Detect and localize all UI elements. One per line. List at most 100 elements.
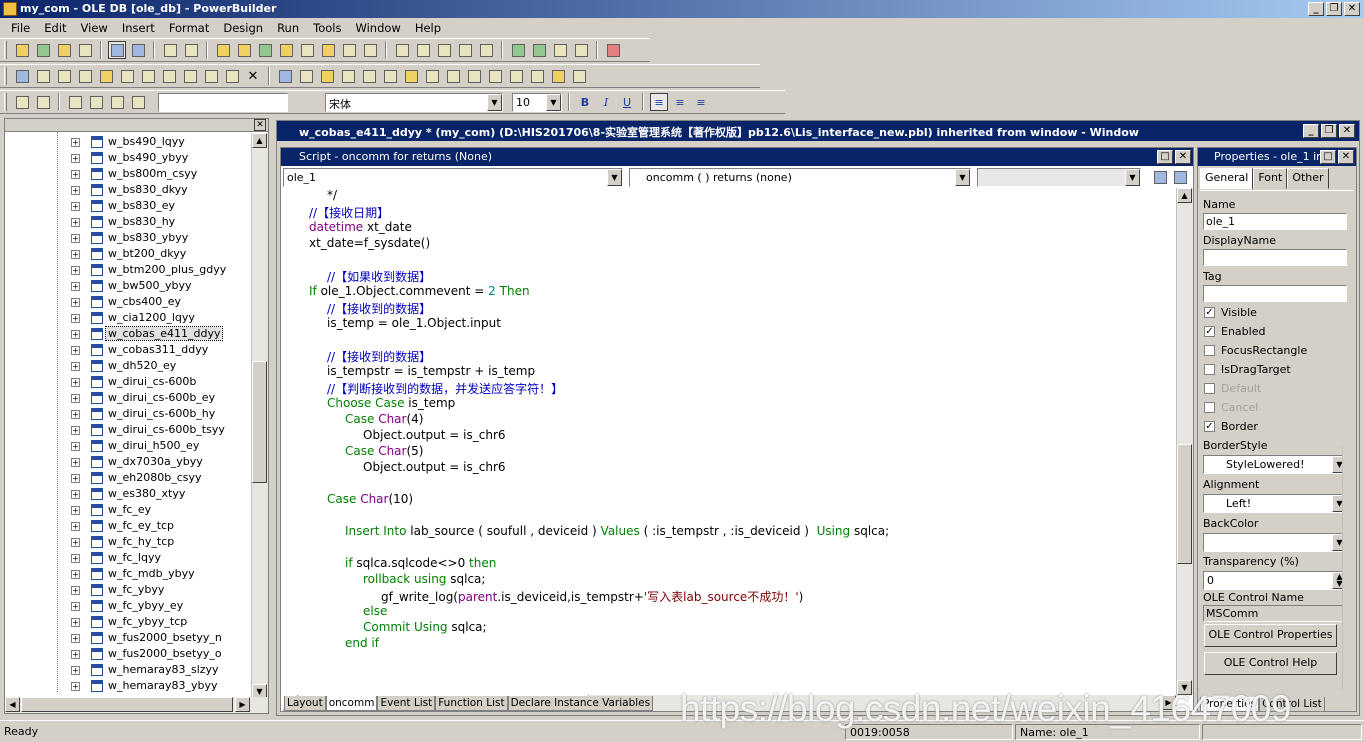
- tree-item[interactable]: + w_dirui_h500_ey: [5, 438, 268, 454]
- expand-icon[interactable]: +: [71, 410, 80, 419]
- expand-icon[interactable]: +: [71, 474, 80, 483]
- font-combo[interactable]: 宋体 ▼: [325, 92, 503, 112]
- expand-icon[interactable]: +: [71, 394, 80, 403]
- comment-dropdown-icon[interactable]: [139, 67, 157, 85]
- bus-icon[interactable]: [435, 41, 453, 59]
- database-icon[interactable]: [235, 41, 253, 59]
- close-button[interactable]: ✕: [1344, 2, 1360, 16]
- debug2-icon[interactable]: [530, 41, 548, 59]
- tree-item[interactable]: + w_dx7030a_ybyy: [5, 454, 268, 470]
- checkbox-box[interactable]: [1204, 383, 1215, 394]
- expand-icon[interactable]: +: [71, 618, 80, 627]
- align-icon[interactable]: [202, 67, 220, 85]
- object-icon[interactable]: [456, 41, 474, 59]
- text-color-icon[interactable]: [87, 93, 105, 111]
- displayname-input[interactable]: [1203, 249, 1347, 266]
- tree-item[interactable]: + w_bs800m_csyy: [5, 166, 268, 182]
- expand-icon[interactable]: +: [71, 506, 80, 515]
- save-icon[interactable]: [13, 67, 31, 85]
- menu-file[interactable]: File: [4, 21, 37, 35]
- expand-icon[interactable]: +: [71, 442, 80, 451]
- expand-icon[interactable]: +: [71, 666, 80, 675]
- code-vscrollbar[interactable]: ▲ ▼: [1176, 188, 1193, 695]
- tree-item[interactable]: + w_bt200_dkyy: [5, 246, 268, 262]
- expand-icon[interactable]: +: [71, 570, 80, 579]
- expand-icon[interactable]: +: [71, 426, 80, 435]
- align-left-button[interactable]: ≡: [650, 93, 668, 111]
- props-scrollbar[interactable]: [1342, 446, 1356, 690]
- expand-icon[interactable]: +: [71, 602, 80, 611]
- expand-icon[interactable]: +: [71, 154, 80, 163]
- grid-icon[interactable]: [276, 67, 294, 85]
- props-close-button[interactable]: ✕: [1338, 150, 1354, 164]
- code-editor[interactable]: */ //【接收日期】 datetime xt_date xt_date=f_sysd…: [283, 188, 1173, 688]
- detail-view-icon[interactable]: [1171, 168, 1189, 186]
- browse-icon[interactable]: [402, 67, 420, 85]
- script-close-button[interactable]: ✕: [1175, 150, 1191, 164]
- tree-item[interactable]: + w_bs490_lqyy: [5, 134, 268, 150]
- script-maximize-button[interactable]: □: [1157, 150, 1173, 164]
- expand-icon[interactable]: +: [71, 538, 80, 547]
- preview-icon[interactable]: [76, 41, 94, 59]
- lib6-icon[interactable]: [528, 67, 546, 85]
- tree-item[interactable]: + w_cobas311_ddyy: [5, 342, 268, 358]
- tree-item[interactable]: + w_bs830_hy: [5, 214, 268, 230]
- list-view-icon[interactable]: [1151, 168, 1169, 186]
- new-icon[interactable]: [13, 41, 31, 59]
- painter-tab[interactable]: Event List: [377, 696, 436, 711]
- tab-order-icon[interactable]: [66, 93, 84, 111]
- spell-icon[interactable]: [381, 67, 399, 85]
- lib1-icon[interactable]: [423, 67, 441, 85]
- expand-icon[interactable]: +: [71, 314, 80, 323]
- lib5-icon[interactable]: [507, 67, 525, 85]
- menu-view[interactable]: View: [74, 21, 115, 35]
- expand-icon[interactable]: +: [71, 586, 80, 595]
- tab-other[interactable]: Other: [1287, 168, 1329, 189]
- align2-icon[interactable]: [223, 67, 241, 85]
- bold-button[interactable]: B: [576, 93, 594, 111]
- checkbox-box[interactable]: [1204, 364, 1215, 375]
- run-icon[interactable]: [551, 41, 569, 59]
- painter-tab[interactable]: Declare Instance Variables: [507, 696, 654, 711]
- db-admin-icon[interactable]: [298, 41, 316, 59]
- restore-button[interactable]: ❐: [1326, 2, 1342, 16]
- copy-icon[interactable]: [55, 67, 73, 85]
- tree-item[interactable]: + w_fc_ey: [5, 502, 268, 518]
- expand-icon[interactable]: +: [71, 346, 80, 355]
- expand-icon[interactable]: +: [71, 458, 80, 467]
- debug-icon[interactable]: [509, 41, 527, 59]
- redo-icon[interactable]: [118, 67, 136, 85]
- tag-icon[interactable]: [160, 67, 178, 85]
- object2-icon[interactable]: [477, 41, 495, 59]
- tree-item[interactable]: + w_hemaray83_slzyy: [5, 662, 268, 678]
- checkbox-box[interactable]: ✓: [1204, 326, 1215, 337]
- ole-control-help-button[interactable]: OLE Control Help: [1204, 652, 1337, 675]
- tree-item[interactable]: + w_fc_ybyy_ey: [5, 598, 268, 614]
- expand-icon[interactable]: +: [71, 650, 80, 659]
- tool-icon[interactable]: [339, 67, 357, 85]
- checkbox-isdragtarget[interactable]: IsDragTarget: [1204, 363, 1291, 376]
- tree-item[interactable]: + w_cobas_e411_ddyy: [5, 326, 268, 342]
- lib2-icon[interactable]: [444, 67, 462, 85]
- paste-icon[interactable]: [76, 67, 94, 85]
- expand-icon[interactable]: +: [71, 522, 80, 531]
- tree-item[interactable]: + w_bs490_ybyy: [5, 150, 268, 166]
- deploy-icon[interactable]: [182, 41, 200, 59]
- tree-item[interactable]: + w_fc_ybyy_tcp: [5, 614, 268, 630]
- binary2-icon[interactable]: [414, 41, 432, 59]
- expand-icon[interactable]: +: [71, 682, 80, 691]
- expand-icon[interactable]: +: [71, 490, 80, 499]
- tree-item[interactable]: + w_cbs400_ey: [5, 294, 268, 310]
- props-maximize-button[interactable]: □: [1320, 150, 1336, 164]
- backcolor-select[interactable]: ▼: [1203, 533, 1348, 552]
- tree-item[interactable]: + w_fc_lqyy: [5, 550, 268, 566]
- datawindow-icon[interactable]: [256, 41, 274, 59]
- lib3-icon[interactable]: [465, 67, 483, 85]
- library-icon[interactable]: [108, 41, 126, 59]
- underline-button[interactable]: U: [618, 93, 636, 111]
- tree-item[interactable]: + w_es380_xtyy: [5, 486, 268, 502]
- dbprofile-icon[interactable]: [214, 41, 232, 59]
- expand-icon[interactable]: +: [71, 282, 80, 291]
- tree-item[interactable]: + w_fus2000_bsetyy_o: [5, 646, 268, 662]
- object-select[interactable]: ole_1 ▼: [283, 168, 623, 187]
